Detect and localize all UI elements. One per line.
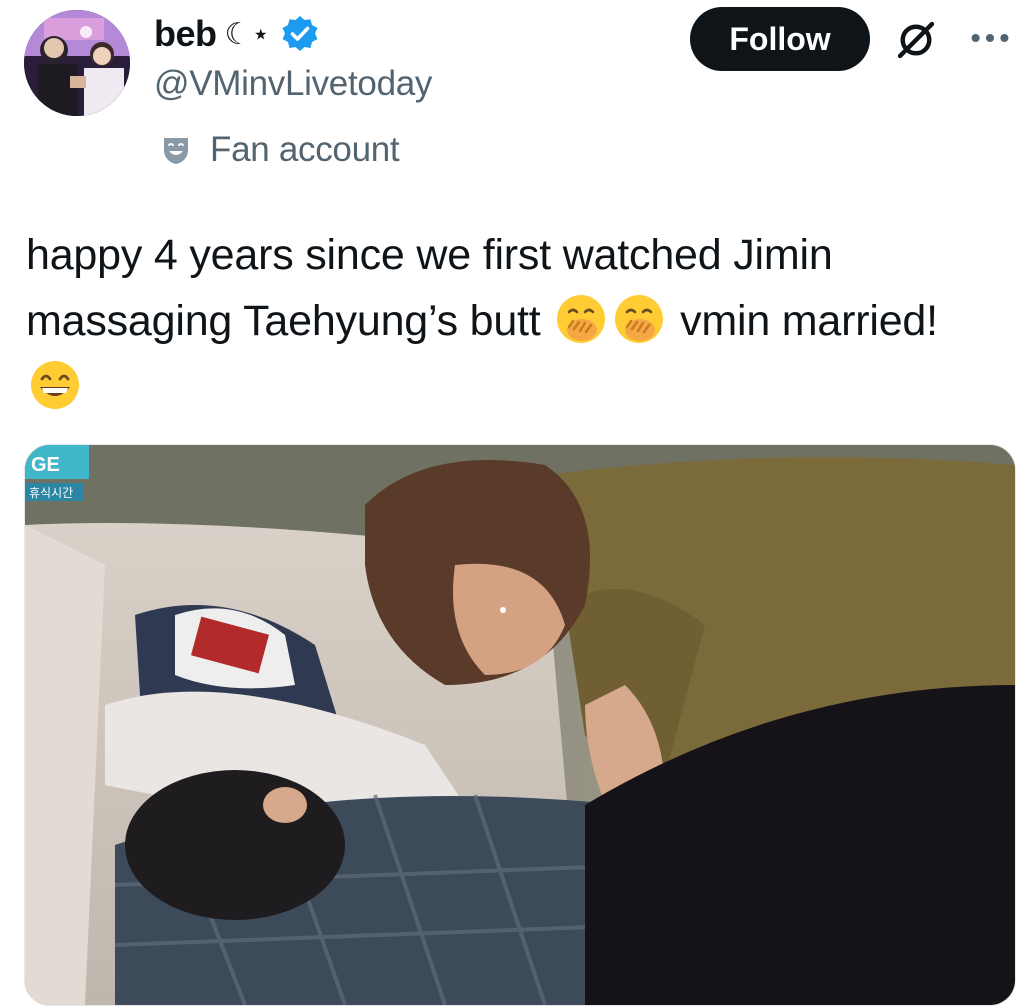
media-overlay-subtext: 휴식시간 — [29, 486, 73, 500]
grok-icon[interactable] — [890, 14, 942, 66]
tweet-text-segment: massaging Taehyung’s butt — [26, 297, 541, 345]
more-icon[interactable] — [966, 18, 1014, 58]
tweet-card: beb ☾⋆ @VMinvLivetoday Fan account Follo… — [0, 0, 1028, 1006]
tweet-text-segment: vmin married! — [680, 297, 938, 345]
face-with-hand-over-mouth-emoji-icon — [555, 293, 607, 345]
tweet-text-line-3 — [26, 354, 1016, 420]
account-label-text: Fan account — [210, 130, 400, 169]
media-overlay-text: GE — [31, 454, 60, 476]
media-video-thumbnail[interactable]: GE 휴식시간 — [24, 444, 1016, 1006]
author-handle[interactable]: @VMinvLivetoday — [154, 64, 432, 104]
author-name-row[interactable]: beb ☾⋆ — [154, 12, 320, 56]
face-with-hand-over-mouth-emoji-icon — [613, 293, 665, 345]
account-label[interactable]: Fan account — [160, 128, 400, 172]
verified-badge-icon — [280, 14, 320, 54]
tweet-text: happy 4 years since we first watched Jim… — [26, 222, 1016, 420]
follow-button[interactable]: Follow — [690, 7, 870, 71]
theater-masks-icon — [160, 134, 192, 166]
display-name[interactable]: beb — [154, 13, 217, 55]
tweet-text-line-2: massaging Taehyung’s butt vmin married! — [26, 288, 1016, 354]
name-glyph: ☾⋆ — [224, 16, 271, 52]
avatar[interactable] — [24, 10, 130, 116]
beaming-face-emoji-icon — [29, 359, 81, 411]
tweet-text-line-1: happy 4 years since we first watched Jim… — [26, 231, 833, 279]
